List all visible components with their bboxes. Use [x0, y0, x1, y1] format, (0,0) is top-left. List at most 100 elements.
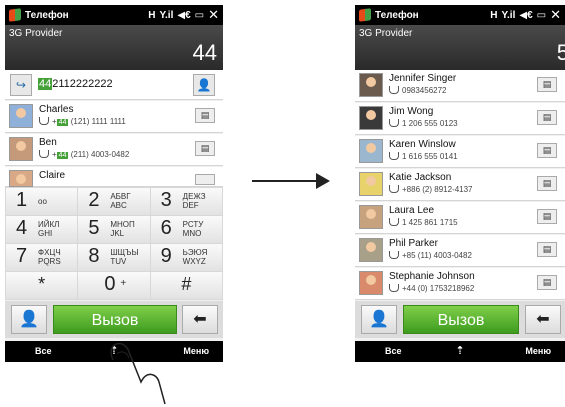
- contact-row[interactable]: Stephanie Johnson +44 (0) 1753218962 ▤: [355, 268, 565, 300]
- contact-row[interactable]: Charles +44 (121) 1111 1111 ▤: [5, 101, 223, 133]
- key-4[interactable]: 4 ИЙКЛ GHI: [6, 216, 78, 243]
- handset-icon: [389, 251, 399, 259]
- backspace-button[interactable]: ⬅: [525, 305, 561, 334]
- contact-card-icon[interactable]: ▤: [195, 141, 215, 156]
- key-9[interactable]: 9 ЬЭЮЯ WXYZ: [150, 244, 222, 271]
- close-icon[interactable]: ✕: [208, 7, 219, 23]
- contact-name: Charles: [39, 104, 74, 115]
- key-1[interactable]: 1 oo: [6, 188, 78, 215]
- signal-icon: Y.il: [501, 9, 516, 21]
- volume-icon[interactable]: ◀€: [177, 10, 190, 21]
- contact-row[interactable]: Claire: [5, 167, 223, 187]
- handset-icon: [389, 218, 399, 226]
- key-digit: 3: [160, 189, 172, 211]
- status-bar: Телефон H Y.il ◀€ ▭ ✕: [5, 5, 223, 25]
- key-star[interactable]: *: [6, 272, 78, 299]
- arrow-right-icon: [252, 180, 320, 182]
- country-code: 44: [56, 119, 69, 126]
- person-icon: 👤: [369, 311, 389, 328]
- contact-phone: +44 (121) 1111 1111: [39, 117, 126, 126]
- contact-card-icon[interactable]: ▤: [537, 275, 557, 290]
- contact-card-icon[interactable]: ▤: [537, 110, 557, 125]
- key-2[interactable]: 2 АБВГ ABC: [78, 188, 150, 215]
- contact-name: Katie Jackson: [389, 172, 452, 183]
- contact-row[interactable]: Phil Parker +85 (11) 4003-0482 ▤: [355, 235, 565, 267]
- avatar: [9, 104, 33, 128]
- avatar: [359, 205, 383, 229]
- contact-phone-number: 1 206 555 0123: [402, 119, 458, 128]
- provider-name: 3G Provider: [359, 28, 413, 39]
- call-forward-icon[interactable]: ↪: [10, 74, 32, 96]
- key-hash[interactable]: #: [150, 272, 222, 299]
- key-digit: 7: [16, 245, 28, 267]
- dial-input[interactable]: 442112222222: [38, 78, 113, 90]
- contact-phone: 0983456272: [389, 86, 447, 95]
- close-icon[interactable]: ✕: [550, 7, 561, 23]
- contacts-button[interactable]: 👤: [361, 305, 397, 334]
- key-letters: АБВГ ABC: [110, 192, 131, 210]
- avatar: [359, 139, 383, 163]
- contact-name: Karen Winslow: [389, 139, 456, 150]
- key-6[interactable]: 6 РСТУ MNO: [150, 216, 222, 243]
- handset-icon: [389, 152, 399, 160]
- dial-input-rest: 2112222222: [52, 78, 113, 90]
- key-digit: 9: [160, 245, 172, 267]
- contact-card-icon[interactable]: ▤: [537, 143, 557, 158]
- provider-name: 3G Provider: [9, 28, 63, 39]
- softkey-right[interactable]: Меню: [183, 346, 209, 356]
- contact-card-icon[interactable]: ▤: [195, 108, 215, 123]
- person-icon[interactable]: 👤: [193, 74, 215, 96]
- contact-phone-number: +886 (2) 8912-4137: [402, 185, 473, 194]
- handset-icon: [389, 284, 399, 292]
- contact-phone: +886 (2) 8912-4137: [389, 185, 473, 194]
- windows-logo-icon[interactable]: [9, 8, 21, 22]
- contact-row[interactable]: Jennifer Singer 0983456272 ▤: [355, 70, 565, 102]
- contact-card-icon[interactable]: ▤: [537, 209, 557, 224]
- avatar: [9, 170, 33, 187]
- key-letters: ДЕЖЗ DEF: [182, 192, 206, 210]
- contact-row[interactable]: Katie Jackson +886 (2) 8912-4137 ▤: [355, 169, 565, 201]
- contact-phone: 1 206 555 0123: [389, 119, 458, 128]
- key-5[interactable]: 5 МНОП JKL: [78, 216, 150, 243]
- contact-phone-number: +85 (11) 4003-0482: [402, 251, 472, 260]
- dial-keypad: 1 oo 2 АБВГ ABC 3 ДЕЖЗ DEF 4 ИЙКЛ GHI 5 МНОП …: [5, 187, 223, 300]
- key-3[interactable]: 3 ДЕЖЗ DEF: [150, 188, 222, 215]
- contact-row[interactable]: Jim Wong 1 206 555 0123 ▤: [355, 103, 565, 135]
- backspace-button[interactable]: ⬅: [182, 305, 218, 334]
- contact-card-icon[interactable]: [195, 174, 215, 185]
- battery-icon: ▭: [194, 9, 205, 21]
- key-letters: МНОП JKL: [110, 220, 135, 238]
- key-digit: 0: [104, 273, 116, 295]
- contact-phone: +44 (211) 4003-0482: [39, 150, 129, 159]
- key-0[interactable]: 0 +: [78, 272, 150, 299]
- handset-icon: [389, 86, 399, 94]
- windows-logo-icon[interactable]: [359, 8, 371, 22]
- phone-screen-dialer: Телефон H Y.il ◀€ ▭ ✕ 3G Provider 44 ↪ 4…: [5, 5, 223, 362]
- contact-card-icon[interactable]: ▤: [537, 77, 557, 92]
- softkey-bar: Все ⇡ Меню: [355, 341, 565, 362]
- softkey-right[interactable]: Меню: [525, 346, 551, 356]
- hsdpa-icon: H: [148, 9, 156, 21]
- contact-card-icon[interactable]: ▤: [537, 176, 557, 191]
- key-digit: 5: [88, 217, 100, 239]
- contact-name: Phil Parker: [389, 238, 438, 249]
- avatar: [359, 172, 383, 196]
- arrow-right-head: [316, 173, 330, 189]
- person-icon: 👤: [19, 311, 39, 328]
- contact-row[interactable]: Karen Winslow 1 616 555 0141 ▤: [355, 136, 565, 168]
- battery-icon: ▭: [536, 9, 547, 21]
- contact-row[interactable]: Laura Lee 1 425 861 1715 ▤: [355, 202, 565, 234]
- country-code: 44: [56, 152, 69, 159]
- contact-card-icon[interactable]: ▤: [537, 242, 557, 257]
- contact-row[interactable]: Ben +44 (211) 4003-0482 ▤: [5, 134, 223, 166]
- volume-icon[interactable]: ◀€: [519, 10, 532, 21]
- key-letters: РСТУ MNO: [182, 220, 204, 238]
- call-button[interactable]: Вызов: [403, 305, 519, 334]
- contact-name: Ben: [39, 137, 57, 148]
- avatar: [359, 73, 383, 97]
- contacts-button[interactable]: 👤: [11, 305, 47, 334]
- key-8[interactable]: 8 ШЩЪЫ TUV: [78, 244, 150, 271]
- key-7[interactable]: 7 ФХЦЧ PQRS: [6, 244, 78, 271]
- contact-name: Jennifer Singer: [389, 73, 457, 84]
- dial-input-row: ↪ 442112222222 👤: [5, 70, 223, 100]
